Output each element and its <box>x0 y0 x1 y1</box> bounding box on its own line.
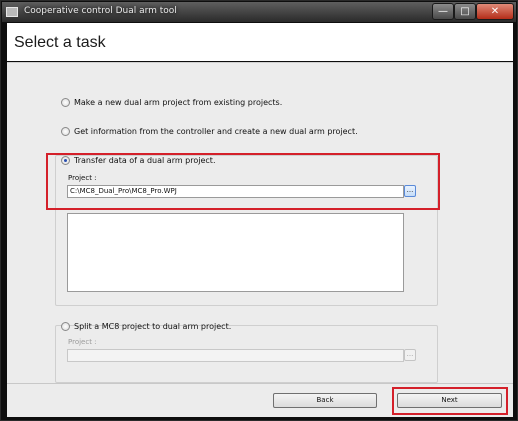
next-highlight-box <box>392 387 508 415</box>
radio-make-new-project[interactable] <box>61 98 70 107</box>
radio-split-project[interactable] <box>61 322 70 331</box>
window-title: Cooperative control Dual arm tool <box>24 6 177 16</box>
option-get-info-controller[interactable]: Get information from the controller and … <box>61 127 358 136</box>
page-title: Select a task <box>14 34 106 51</box>
title-bar[interactable]: Cooperative control Dual arm tool — □ ✕ <box>2 2 516 22</box>
transfer-highlight-box <box>46 153 440 210</box>
minimize-button[interactable]: — <box>432 3 454 20</box>
option-label: Get information from the controller and … <box>74 127 358 136</box>
option-label: Split a MC8 project to dual arm project. <box>74 322 232 331</box>
maximize-button[interactable]: □ <box>454 3 476 20</box>
wizard-footer: Back Next <box>7 383 513 417</box>
close-button[interactable]: ✕ <box>476 3 514 20</box>
split-project-label: Project : <box>68 338 97 346</box>
option-make-new-project[interactable]: Make a new dual arm project from existin… <box>61 98 282 107</box>
task-options-panel: Make a new dual arm project from existin… <box>7 62 513 383</box>
app-icon <box>6 7 18 17</box>
split-project-path-input[interactable] <box>67 349 404 362</box>
option-split-project[interactable]: Split a MC8 project to dual arm project. <box>61 322 231 331</box>
split-browse-button[interactable]: ... <box>404 349 416 361</box>
radio-get-info-controller[interactable] <box>61 127 70 136</box>
option-label: Make a new dual arm project from existin… <box>74 98 283 107</box>
app-window: Cooperative control Dual arm tool — □ ✕ … <box>0 0 518 421</box>
page-header: Select a task <box>7 23 513 61</box>
transfer-info-textarea[interactable] <box>67 213 404 292</box>
back-button[interactable]: Back <box>273 393 377 408</box>
